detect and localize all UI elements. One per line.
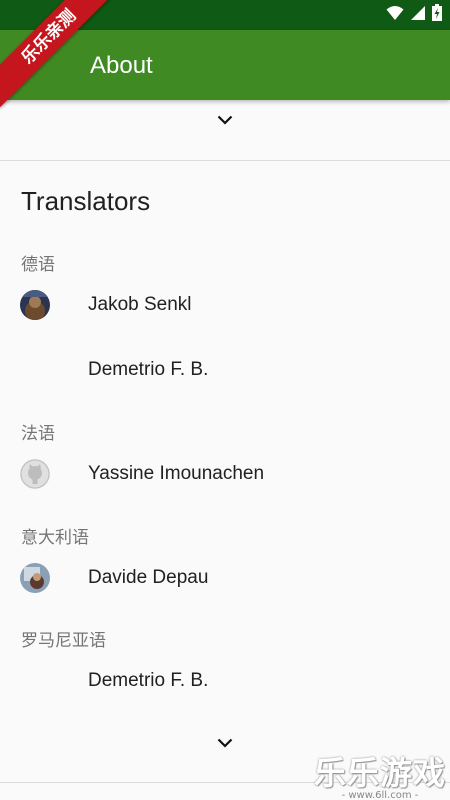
translator-row[interactable]: Demetrio F. B. [0, 344, 450, 396]
wifi-icon [386, 5, 404, 26]
language-header-french: 法语 [21, 424, 55, 444]
translator-name: Demetrio F. B. [88, 359, 209, 380]
translator-name: Davide Depau [88, 567, 209, 588]
battery-icon [432, 4, 442, 26]
section-title: Translators [21, 186, 151, 216]
chevron-down-icon [217, 735, 233, 753]
watermark-text: 乐乐游戏 [313, 754, 446, 792]
signal-icon [410, 5, 426, 26]
translator-row[interactable]: Yassine Imounachen [0, 448, 450, 500]
expand-chevron-top[interactable] [213, 111, 237, 131]
avatar [20, 290, 50, 320]
github-icon [20, 459, 50, 489]
translator-name: Demetrio F. B. [88, 670, 209, 691]
expand-chevron-bottom[interactable] [213, 734, 237, 754]
translator-row[interactable]: Davide Depau [0, 552, 450, 604]
translator-row[interactable]: Demetrio F. B. [0, 655, 450, 707]
chevron-down-icon [217, 112, 233, 130]
language-header-italian: 意大利语 [21, 528, 89, 548]
translator-name: Yassine Imounachen [88, 463, 265, 484]
page-title: About [90, 52, 153, 79]
divider [0, 160, 450, 161]
language-header-german: 德语 [21, 255, 55, 275]
language-header-romanian: 罗马尼亚语 [21, 631, 106, 651]
translator-name: Jakob Senkl [88, 294, 192, 315]
app-bar: About [0, 30, 450, 100]
watermark: 乐乐游戏 - www.6ll.com - [314, 748, 446, 800]
avatar [20, 563, 50, 593]
translator-row[interactable]: Jakob Senkl [0, 279, 450, 331]
